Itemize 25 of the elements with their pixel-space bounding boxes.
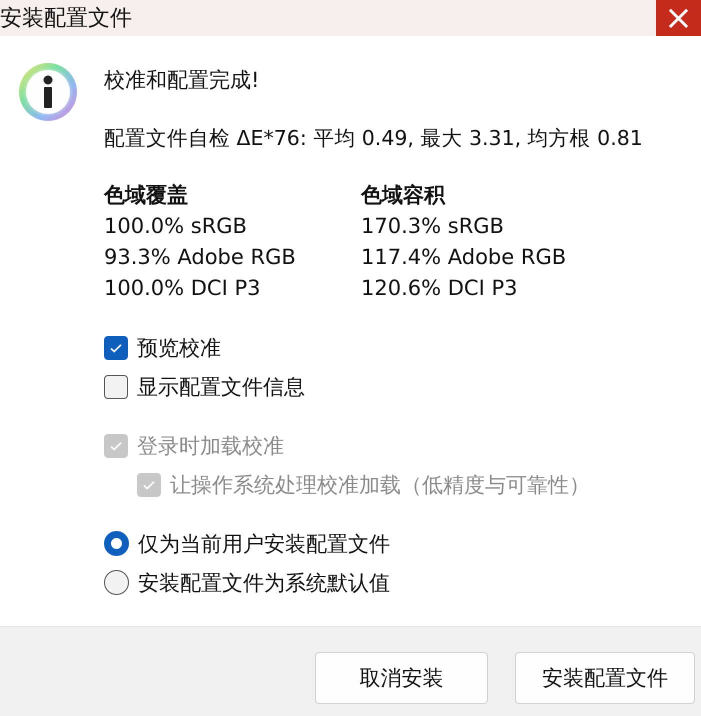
- gamut-heading: 色域容积: [361, 182, 446, 209]
- gamut-value: 170.3% sRGB: [361, 213, 505, 240]
- checkbox-label: 预览校准: [137, 334, 221, 362]
- radio-label: 安装配置文件为系统默认值: [138, 570, 390, 596]
- gamut-value: 117.4% Adobe RGB: [361, 244, 568, 271]
- checkbox-label: 让操作系统处理校准加载（低精度与可靠性）: [170, 472, 590, 498]
- checkbox[interactable]: [104, 374, 128, 398]
- status-message: 校准和配置完成!: [104, 67, 260, 94]
- gamut-value: 93.3% Adobe RGB: [104, 244, 297, 271]
- checkbox[interactable]: [104, 336, 128, 360]
- checkbox-label: 登录时加载校准: [137, 432, 284, 460]
- self-check-result: 配置文件自检 ΔE*76: 平均 0.49, 最大 3.31, 均方根 0.81: [104, 125, 644, 152]
- cancel-button[interactable]: 取消安装: [315, 652, 488, 704]
- checkbox-label: 显示配置文件信息: [137, 374, 305, 400]
- window-title: 安装配置文件: [0, 5, 132, 33]
- radio-label: 仅为当前用户安装配置文件: [138, 530, 390, 558]
- close-button[interactable]: ×: [656, 0, 701, 36]
- info-icon: [18, 62, 78, 122]
- install-button[interactable]: 安装配置文件: [515, 652, 695, 704]
- gamut-heading: 色域覆盖: [104, 182, 189, 209]
- gamut-value: 120.6% DCI P3: [361, 275, 518, 302]
- gamut-value: 100.0% DCI P3: [104, 275, 262, 302]
- radio-button[interactable]: [104, 570, 129, 595]
- radio-button[interactable]: [104, 531, 129, 556]
- gamut-value: 100.0% sRGB: [104, 213, 248, 240]
